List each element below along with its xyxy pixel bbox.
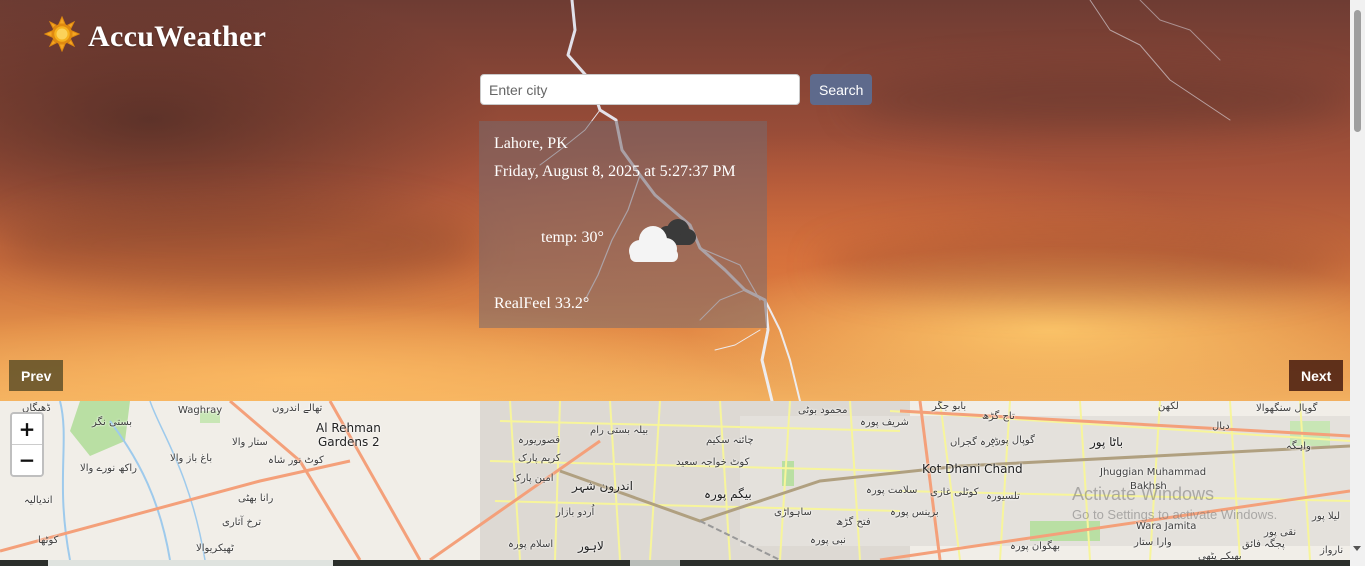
map-label: Jhuggian Muhammad [1100,467,1207,478]
map-label: اندرون شہر [572,479,633,493]
city-search-input[interactable] [480,74,800,105]
map-label: Waghray [178,405,223,416]
map-label: گوپال پورہ [990,435,1035,446]
cloud-icon [622,213,702,278]
zoom-in-button[interactable]: + [12,414,42,444]
map-label: بھگوان پورہ [1010,541,1061,552]
location-text: Lahore, PK [494,135,568,152]
map-label: تاج گڑھ [982,411,1015,422]
map-label: تھالے اندروں [272,403,323,414]
map-label: وارا ستار [1134,537,1172,548]
map-zoom-control: + − [10,412,44,477]
temperature-text: temp: 30° [541,229,604,246]
map-label: ترخ آثاری [222,517,262,528]
map-label: باٹا پور [1090,435,1124,449]
map-label: راکھ نورے والا [80,463,137,474]
vertical-scrollbar[interactable] [1350,0,1365,566]
strip-segment [48,560,333,566]
prev-button[interactable]: Prev [9,360,64,391]
map-label: Kot Dhani Chand [922,462,1023,476]
map-label: نارواز [1320,545,1344,556]
map-label: بستی نگر [92,417,133,428]
map-label: رانا بھٹی [238,493,274,504]
search-bar: Search [480,74,873,105]
brand-name: AccuWeather [88,19,267,53]
map-label: واہگہ [1286,441,1311,452]
search-button[interactable]: Search [810,74,873,105]
realfeel-text: RealFeel 33.2° [494,295,590,312]
sun-icon [43,15,81,57]
activate-windows-watermark: Activate Windows Go to Settings to activ… [1072,484,1277,522]
map-label: امین پارک [512,473,554,484]
activate-windows-subtitle: Go to Settings to activate Windows. [1072,507,1278,522]
map-label: دیال [1212,421,1230,432]
map-label: لاہور [578,539,604,553]
map-label: کریم پارک [518,453,561,464]
map-label: فتح گڑھ [836,517,871,528]
map-label: بابو جگر [932,401,967,412]
map-label: کوٹ خواجہ سعید [676,457,750,468]
strip-segment [630,560,680,566]
map-label: لیلا پور [1312,511,1340,522]
scrollbar-thumb[interactable] [1354,10,1361,132]
map-label: ستار والا [232,437,268,448]
map-label: گوپال سنگھوالا [1256,403,1318,414]
map-label: اُردو بازار [556,507,595,518]
map-label: لکھن [1158,401,1179,412]
city-map[interactable]: ڈھیگاں Waghray تھالے اندروں Al Rehman Ga… [0,401,1350,560]
map-label: بیلہ بستی رام [590,425,649,436]
map-label: سلامت پورہ [866,485,918,496]
map-label: کوٹلی غازی [930,487,979,498]
map-label: کوٹ نور شاہ [268,455,324,466]
map-label: اندیالیہ [24,495,53,506]
map-label: باغ باز والا [170,453,213,464]
zoom-out-button[interactable]: − [12,444,42,475]
map-label: تلسیورہ [986,491,1020,502]
map-label: ساہواڑی [774,507,812,518]
map-label: اسلام پورہ [508,539,554,550]
hero-banner: AccuWeather Search Lahore, PK Friday, Au… [0,0,1350,401]
next-button[interactable]: Next [1289,360,1344,391]
horizontal-scroll-strip [0,560,1350,566]
map-label: شریف پورہ [860,417,909,428]
map-label: ٹھیکریوالا [196,543,234,554]
weather-card: Lahore, PK Friday, August 8, 2025 at 5:2… [479,121,767,328]
datetime-text: Friday, August 8, 2025 at 5:27:37 PM [494,163,736,180]
map-label: بھیکے پٹھی [1198,551,1242,560]
activate-windows-title: Activate Windows [1072,484,1215,504]
map-label: Gardens 2 [318,435,380,449]
map-label: Al Rehman [316,421,381,435]
map-label: نقی پور [1264,527,1297,538]
scroll-down-arrow-icon[interactable] [1353,546,1361,551]
map-label: چائنہ سکیم [706,435,754,446]
map-label: Wara Jamita [1136,521,1197,532]
map-label: نبی پورہ [810,535,846,546]
map-label: برینس پورہ [890,507,939,518]
map-label: بیگم پورہ [704,487,752,501]
map-label: پجگہ فائق [1242,539,1285,550]
map-label: محمود بوٹی [798,405,848,416]
brand[interactable]: AccuWeather [43,15,267,57]
map-label: کوٹھا [38,535,59,546]
map-label: قصوریورہ [518,435,561,446]
